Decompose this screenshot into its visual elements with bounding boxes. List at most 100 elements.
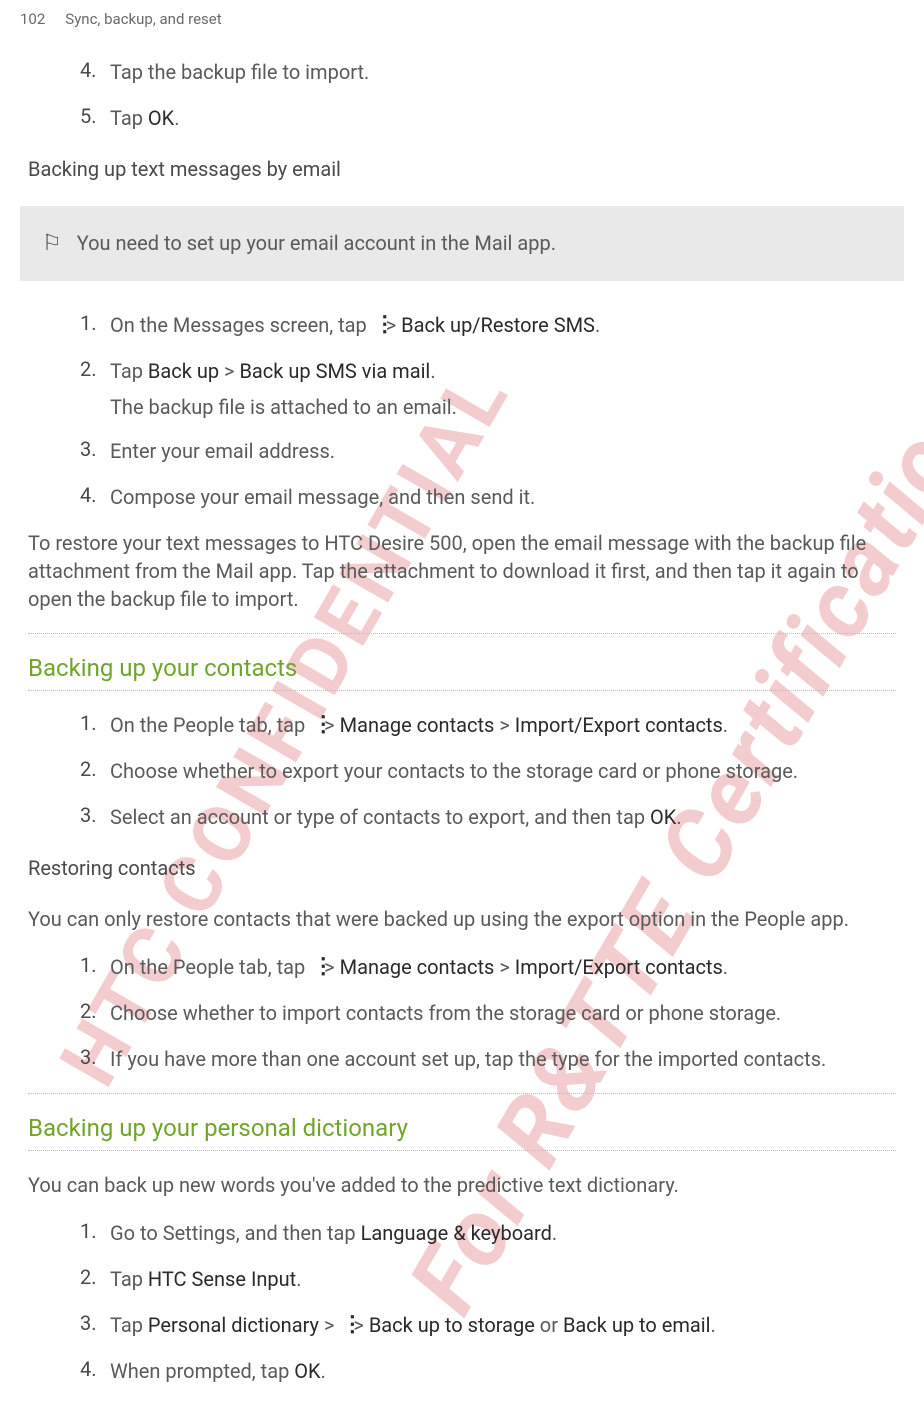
divider (28, 1150, 896, 1151)
step-item: 4. Compose your email message, and then … (20, 483, 904, 511)
step-item: 3. Select an account or type of contacts… (20, 803, 904, 831)
step-text: Tap Personal dictionary > > Back up to s… (110, 1311, 716, 1339)
step-number: 3. (80, 803, 110, 831)
step-text: If you have more than one account set up… (110, 1045, 826, 1073)
step-item: 4. When prompted, tap OK. (20, 1357, 904, 1385)
step-item: 5. Tap OK. (20, 104, 904, 132)
step-item: 3. If you have more than one account set… (20, 1045, 904, 1073)
flag-icon: ⚐ (40, 231, 62, 256)
step-subtext: The backup file is attached to an email. (20, 395, 904, 419)
step-text: On the People tab, tap > Manage contacts… (110, 953, 728, 981)
text-part: . (595, 313, 600, 337)
step-number: 1. (80, 311, 110, 339)
text-part: On the People tab, tap (110, 713, 310, 737)
menu-icon (341, 1318, 346, 1336)
step-item: 1. On the People tab, tap > Manage conta… (20, 953, 904, 981)
step-item: 3. Tap Personal dictionary > > Back up t… (20, 1311, 904, 1339)
step-item: 1. On the Messages screen, tap > Back up… (20, 311, 904, 339)
text-bold: Import/Export contacts (515, 955, 723, 979)
text-part: Select an account or type of contacts to… (110, 805, 650, 829)
text-bold: Back up (148, 359, 219, 383)
text-bold: Back up SMS via mail (239, 359, 430, 383)
step-text: Choose whether to export your contacts t… (110, 757, 798, 785)
text-part: > (219, 359, 239, 383)
menu-icon (312, 718, 317, 736)
step-number: 2. (80, 757, 110, 785)
divider (28, 633, 896, 634)
text-bold: Import/Export contacts (515, 713, 723, 737)
paragraph: To restore your text messages to HTC Des… (20, 529, 904, 613)
step-number: 2. (80, 999, 110, 1027)
step-text: Tap OK. (110, 104, 180, 132)
text-part: Tap (110, 106, 148, 130)
step-item: 3. Enter your email address. (20, 437, 904, 465)
text-part: On the People tab, tap (110, 955, 310, 979)
step-item: 1. Go to Settings, and then tap Language… (20, 1219, 904, 1247)
note-text: You need to set up your email account in… (77, 231, 556, 255)
text-part: . (174, 106, 179, 130)
step-item: 4. Tap the backup file to import. (20, 58, 904, 86)
step-text: Choose whether to import contacts from t… (110, 999, 781, 1027)
text-part: Tap (110, 1267, 148, 1291)
section-title: Backing up your contacts (28, 654, 904, 682)
text-part: . (430, 359, 435, 383)
text-part: On the Messages screen, tap (110, 313, 372, 337)
menu-icon (374, 318, 379, 336)
divider (28, 690, 896, 691)
step-item: 2. Tap HTC Sense Input. (20, 1265, 904, 1293)
step-text: On the People tab, tap > Manage contacts… (110, 711, 728, 739)
step-number: 3. (80, 437, 110, 465)
text-part: . (723, 955, 728, 979)
step-number: 3. (80, 1045, 110, 1073)
step-text: Go to Settings, and then tap Language & … (110, 1219, 557, 1247)
text-bold: Back up/Restore SMS (401, 313, 595, 337)
step-text: Compose your email message, and then sen… (110, 483, 535, 511)
text-part: . (552, 1221, 557, 1245)
step-text: Enter your email address. (110, 437, 335, 465)
text-part: . (711, 1313, 716, 1337)
text-part: When prompted, tap (110, 1359, 294, 1383)
text-part: . (676, 805, 681, 829)
section-subtitle: Restoring contacts (20, 856, 904, 880)
page-header: 102 Sync, backup, and reset (20, 10, 904, 28)
text-bold: Personal dictionary (148, 1313, 319, 1337)
step-number: 2. (80, 1265, 110, 1293)
step-number: 1. (80, 711, 110, 739)
text-bold: OK (148, 106, 174, 130)
section-name: Sync, backup, and reset (65, 10, 221, 28)
step-number: 1. (80, 953, 110, 981)
text-bold: Manage contacts (340, 955, 495, 979)
text-part: . (723, 713, 728, 737)
step-number: 4. (80, 58, 110, 86)
step-text: When prompted, tap OK. (110, 1357, 326, 1385)
step-item: 2. Choose whether to import contacts fro… (20, 999, 904, 1027)
section-subtitle: Backing up text messages by email (20, 157, 904, 181)
text-bold: Back up to storage (369, 1313, 535, 1337)
step-text: Select an account or type of contacts to… (110, 803, 682, 831)
paragraph: You can back up new words you've added t… (20, 1171, 904, 1199)
step-text: Tap HTC Sense Input. (110, 1265, 302, 1293)
step-number: 3. (80, 1311, 110, 1339)
step-number: 1. (80, 1219, 110, 1247)
menu-icon (312, 960, 317, 978)
text-part: > (319, 1313, 339, 1337)
text-bold: OK (294, 1359, 320, 1383)
text-part: Tap (110, 359, 148, 383)
step-text: Tap the backup file to import. (110, 58, 369, 86)
text-part: Go to Settings, and then tap (110, 1221, 361, 1245)
text-part: > (494, 955, 514, 979)
step-item: 2. Tap Back up > Back up SMS via mail. (20, 357, 904, 385)
divider (28, 1093, 896, 1094)
text-part: or (535, 1313, 563, 1337)
text-bold: Manage contacts (340, 713, 495, 737)
step-text: On the Messages screen, tap > Back up/Re… (110, 311, 600, 339)
note-box: ⚐ You need to set up your email account … (20, 206, 904, 281)
step-number: 2. (80, 357, 110, 385)
text-part: > (494, 713, 514, 737)
step-item: 2. Choose whether to export your contact… (20, 757, 904, 785)
text-bold: Language & keyboard (361, 1221, 552, 1245)
text-part: . (296, 1267, 301, 1291)
text-bold: Back up to email (563, 1313, 711, 1337)
step-item: 1. On the People tab, tap > Manage conta… (20, 711, 904, 739)
step-number: 4. (80, 483, 110, 511)
